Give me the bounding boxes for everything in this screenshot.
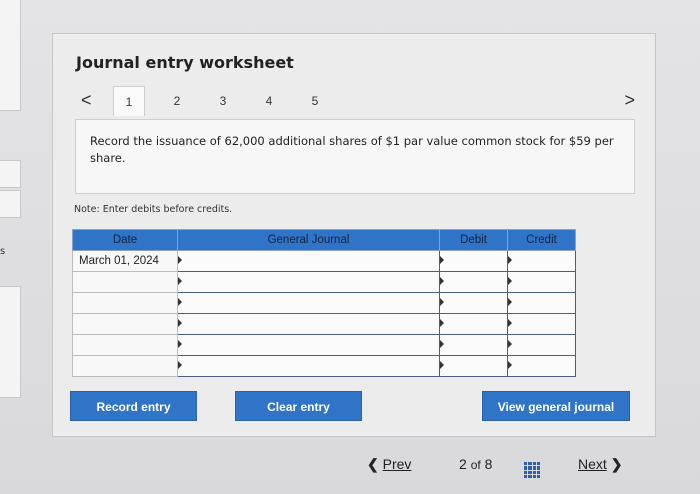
- prev-label: Prev: [382, 456, 412, 472]
- account-input[interactable]: [177, 355, 440, 377]
- chevron-left-icon: ❮: [367, 456, 379, 472]
- table-row: [72, 271, 576, 293]
- debit-input[interactable]: [439, 271, 508, 293]
- debit-input[interactable]: [439, 250, 508, 272]
- side-panel-fragment: [0, 190, 21, 218]
- view-general-journal-button[interactable]: View general journal: [482, 391, 630, 421]
- debit-input[interactable]: [439, 292, 508, 314]
- credit-input[interactable]: [507, 313, 576, 335]
- date-cell: [72, 292, 178, 314]
- worksheet-title: Journal entry worksheet: [76, 53, 294, 72]
- header-general-journal: General Journal: [177, 229, 440, 251]
- account-input[interactable]: [177, 334, 440, 356]
- side-panel-fragment: [0, 286, 21, 398]
- account-input[interactable]: [177, 313, 440, 335]
- question-prompt: Record the issuance of 62,000 additional…: [75, 119, 635, 194]
- header-credit: Credit: [507, 229, 576, 251]
- record-entry-button[interactable]: Record entry: [70, 391, 197, 421]
- tab-3[interactable]: 3: [207, 86, 239, 116]
- entry-note: Note: Enter debits before credits.: [74, 204, 233, 215]
- credit-input[interactable]: [507, 355, 576, 377]
- side-panel-fragment: [0, 0, 21, 111]
- side-panel-fragment: [0, 160, 21, 188]
- prev-tab-arrow-icon[interactable]: <: [81, 90, 92, 111]
- page-of-label: of: [470, 458, 481, 472]
- current-page: 2: [459, 456, 467, 472]
- date-cell: [72, 271, 178, 293]
- tab-4[interactable]: 4: [253, 86, 285, 116]
- page-indicator: 2 of 8: [459, 456, 492, 472]
- debit-input[interactable]: [439, 334, 508, 356]
- tab-2[interactable]: 2: [161, 86, 193, 116]
- debit-input[interactable]: [439, 355, 508, 377]
- date-cell: [72, 313, 178, 335]
- debit-input[interactable]: [439, 313, 508, 335]
- side-fragment-text: s: [0, 246, 6, 257]
- table-row: [72, 334, 576, 356]
- credit-input[interactable]: [507, 334, 576, 356]
- tab-5[interactable]: 5: [299, 86, 331, 116]
- header-debit: Debit: [439, 229, 508, 251]
- next-tab-arrow-icon[interactable]: >: [624, 90, 635, 111]
- credit-input[interactable]: [507, 292, 576, 314]
- account-input[interactable]: [177, 250, 440, 272]
- journal-table: Date General Journal Debit Credit March …: [72, 229, 576, 377]
- table-row: [72, 355, 576, 377]
- clear-entry-button[interactable]: Clear entry: [235, 391, 362, 421]
- credit-input[interactable]: [507, 250, 576, 272]
- credit-input[interactable]: [507, 271, 576, 293]
- header-date: Date: [72, 229, 178, 251]
- journal-entry-worksheet: Journal entry worksheet < 1 2 3 4 5 > Re…: [52, 33, 656, 437]
- date-cell: [72, 334, 178, 356]
- chevron-right-icon: ❯: [610, 456, 623, 472]
- tab-1[interactable]: 1: [113, 86, 145, 116]
- page-grid-icon[interactable]: [524, 462, 540, 478]
- table-row: [72, 292, 576, 314]
- table-row: [72, 313, 576, 335]
- prev-page-link[interactable]: ❮ Prev: [367, 456, 411, 473]
- worksheet-tabs: < 1 2 3 4 5 >: [75, 86, 635, 116]
- total-pages: 8: [484, 456, 493, 472]
- account-input[interactable]: [177, 292, 440, 314]
- date-cell: March 01, 2024: [72, 250, 178, 272]
- date-cell: [72, 355, 178, 377]
- account-input[interactable]: [177, 271, 440, 293]
- table-row: March 01, 2024: [72, 250, 576, 272]
- next-label: Next: [578, 456, 607, 472]
- next-page-link[interactable]: Next ❯: [578, 456, 622, 473]
